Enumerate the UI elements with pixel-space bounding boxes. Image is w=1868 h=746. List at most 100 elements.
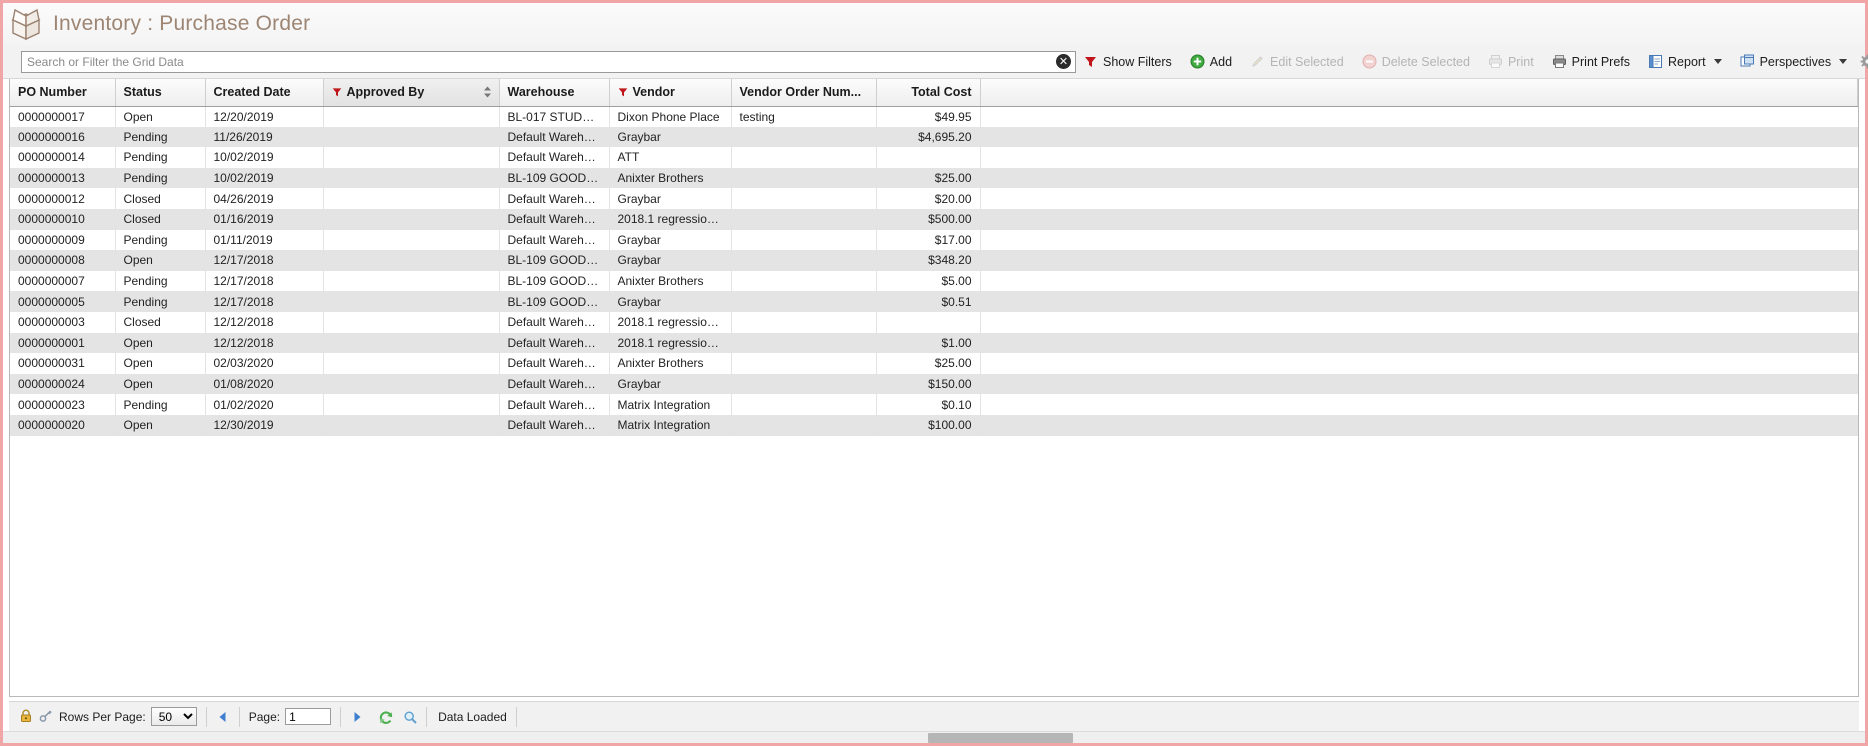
column-header-total-cost[interactable]: Total Cost [876,79,980,106]
cell-status[interactable]: Open [115,353,205,374]
cell-created-date[interactable]: 12/12/2018 [205,312,323,333]
cell-filler[interactable] [980,168,1858,189]
cell-total-cost[interactable]: $500.00 [876,209,980,230]
table-row[interactable]: 0000000024Open01/08/2020Default Warehous… [10,374,1858,395]
cell-total-cost[interactable]: $150.00 [876,374,980,395]
cell-po-number[interactable]: 0000000023 [10,394,115,415]
edit-selected-button[interactable]: Edit Selected [1243,49,1351,75]
horizontal-scrollbar-thumb[interactable] [928,733,1073,743]
cell-vendor-order-num[interactable] [731,147,876,168]
cell-vendor[interactable]: Graybar [609,374,731,395]
search-input[interactable] [21,51,1076,73]
column-header-vendor-order-num[interactable]: Vendor Order Num... [731,79,876,106]
cell-total-cost[interactable]: $100.00 [876,415,980,436]
cell-approved-by[interactable] [323,394,499,415]
cell-approved-by[interactable] [323,127,499,148]
cell-vendor[interactable]: Matrix Integration [609,394,731,415]
cell-po-number[interactable]: 0000000013 [10,168,115,189]
cell-vendor-order-num[interactable] [731,127,876,148]
cell-approved-by[interactable] [323,271,499,292]
prev-page-button[interactable] [216,710,230,724]
table-row[interactable]: 0000000014Pending10/02/2019Default Wareh… [10,147,1858,168]
table-row[interactable]: 0000000013Pending10/02/2019BL-109 GOODBO… [10,168,1858,189]
cell-approved-by[interactable] [323,353,499,374]
cell-created-date[interactable]: 02/03/2020 [205,353,323,374]
cell-po-number[interactable]: 0000000009 [10,230,115,251]
cell-total-cost[interactable]: $49.95 [876,106,980,127]
cell-filler[interactable] [980,106,1858,127]
cell-vendor-order-num[interactable]: testing [731,106,876,127]
cell-total-cost[interactable]: $0.10 [876,394,980,415]
cell-warehouse[interactable]: BL-109 GOODBOD... [499,291,609,312]
cell-created-date[interactable]: 10/02/2019 [205,168,323,189]
cell-warehouse[interactable]: Default Warehouse [499,415,609,436]
cell-approved-by[interactable] [323,333,499,354]
cell-vendor[interactable]: Dixon Phone Place [609,106,731,127]
cell-warehouse[interactable]: Default Warehouse [499,147,609,168]
column-header-filler[interactable] [980,79,1858,106]
cell-po-number[interactable]: 0000000020 [10,415,115,436]
cell-vendor-order-num[interactable] [731,394,876,415]
cell-created-date[interactable]: 01/16/2019 [205,209,323,230]
cell-filler[interactable] [980,415,1858,436]
clear-search-icon[interactable]: ✕ [1056,54,1071,69]
cell-vendor[interactable]: 2018.1 regression t... [609,312,731,333]
cell-total-cost[interactable]: $1.00 [876,333,980,354]
cell-created-date[interactable]: 12/20/2019 [205,106,323,127]
cell-status[interactable]: Pending [115,230,205,251]
cell-created-date[interactable]: 01/08/2020 [205,374,323,395]
page-number-input[interactable] [285,708,331,725]
column-header-created-date[interactable]: Created Date [205,79,323,106]
cell-warehouse[interactable]: Default Warehouse [499,209,609,230]
cell-filler[interactable] [980,250,1858,271]
cell-total-cost[interactable]: $20.00 [876,188,980,209]
cell-approved-by[interactable] [323,188,499,209]
cell-vendor-order-num[interactable] [731,353,876,374]
cell-warehouse[interactable]: Default Warehouse [499,394,609,415]
cell-total-cost[interactable] [876,312,980,333]
settings-button[interactable] [1854,49,1868,75]
cell-created-date[interactable]: 12/30/2019 [205,415,323,436]
cell-vendor-order-num[interactable] [731,250,876,271]
cell-created-date[interactable]: 12/17/2018 [205,291,323,312]
column-header-vendor[interactable]: Vendor [609,79,731,106]
cell-total-cost[interactable]: $17.00 [876,230,980,251]
cell-filler[interactable] [980,394,1858,415]
cell-vendor[interactable]: Anixter Brothers [609,353,731,374]
report-button[interactable]: Report [1641,49,1729,75]
table-row[interactable]: 0000000007Pending12/17/2018BL-109 GOODBO… [10,271,1858,292]
table-row[interactable]: 0000000016Pending11/26/2019Default Wareh… [10,127,1858,148]
cell-po-number[interactable]: 0000000012 [10,188,115,209]
cell-warehouse[interactable]: Default Warehouse [499,353,609,374]
cell-filler[interactable] [980,188,1858,209]
cell-vendor-order-num[interactable] [731,312,876,333]
table-row[interactable]: 0000000010Closed01/16/2019Default Wareho… [10,209,1858,230]
cell-vendor[interactable]: Anixter Brothers [609,271,731,292]
cell-vendor[interactable]: Graybar [609,127,731,148]
column-header-po-number[interactable]: PO Number [10,79,115,106]
cell-po-number[interactable]: 0000000007 [10,271,115,292]
cell-created-date[interactable]: 04/26/2019 [205,188,323,209]
cell-created-date[interactable]: 10/02/2019 [205,147,323,168]
cell-vendor[interactable]: Graybar [609,188,731,209]
cell-status[interactable]: Open [115,374,205,395]
print-button[interactable]: Print [1481,49,1541,75]
cell-warehouse[interactable]: BL-017 STUDENT B... [499,106,609,127]
next-page-button[interactable] [350,710,364,724]
cell-status[interactable]: Pending [115,394,205,415]
cell-approved-by[interactable] [323,168,499,189]
cell-total-cost[interactable]: $0.51 [876,291,980,312]
cell-vendor[interactable]: 2018.1 regression t... [609,333,731,354]
refresh-icon[interactable] [378,710,392,724]
cell-filler[interactable] [980,353,1858,374]
cell-status[interactable]: Open [115,250,205,271]
cell-created-date[interactable]: 11/26/2019 [205,127,323,148]
cell-approved-by[interactable] [323,374,499,395]
table-row[interactable]: 0000000012Closed04/26/2019Default Wareho… [10,188,1858,209]
cell-created-date[interactable]: 12/12/2018 [205,333,323,354]
cell-status[interactable]: Closed [115,209,205,230]
add-button[interactable]: Add [1183,49,1239,75]
cell-vendor[interactable]: ATT [609,147,731,168]
cell-vendor[interactable]: 2018.1 regression t... [609,209,731,230]
cell-total-cost[interactable]: $348.20 [876,250,980,271]
